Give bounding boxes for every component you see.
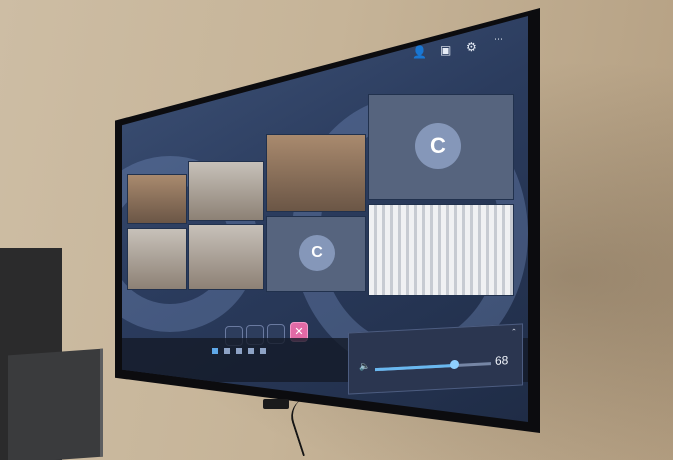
avatar-tile[interactable]: C — [368, 94, 514, 200]
video-tile[interactable] — [188, 224, 264, 290]
settings-icon[interactable]: ⚙ — [466, 41, 477, 53]
volume-value: 68 — [495, 353, 509, 368]
video-tile[interactable] — [368, 204, 514, 296]
participants-icon[interactable]: 👤 — [412, 46, 427, 58]
video-tile[interactable] — [127, 228, 187, 290]
avatar-tile[interactable]: C — [266, 216, 366, 292]
video-tile[interactable] — [188, 161, 264, 221]
taskbar-app-icon[interactable] — [236, 348, 242, 354]
hdmi-dongle — [263, 399, 289, 409]
chat-icon[interactable]: ▣ — [440, 44, 451, 56]
more-icon[interactable]: ⋯ — [494, 36, 503, 45]
video-tile[interactable] — [266, 134, 366, 212]
taskbar-app-icon[interactable] — [248, 348, 254, 354]
participant-avatar: C — [415, 123, 461, 169]
video-tile[interactable] — [127, 174, 187, 224]
taskbar-app-icon[interactable] — [260, 348, 266, 354]
volume-slider-thumb[interactable] — [449, 359, 459, 370]
start-icon[interactable] — [212, 348, 218, 354]
chevron-up-icon[interactable]: ⌃ — [511, 328, 517, 336]
volume-slider[interactable] — [375, 359, 491, 372]
monitor-foreground — [8, 348, 103, 460]
participant-avatar: C — [299, 235, 335, 271]
photo-scene: 👤 ▣ ⚙ ⋯ C C ✕ ⌃ 🔈 68 — [0, 0, 673, 460]
volume-slider-fill — [375, 364, 454, 372]
volume-flyout: ⌃ 🔈 68 — [348, 323, 523, 395]
speaker-icon[interactable]: 🔈 — [359, 361, 370, 372]
taskbar-app-icon[interactable] — [224, 348, 230, 354]
